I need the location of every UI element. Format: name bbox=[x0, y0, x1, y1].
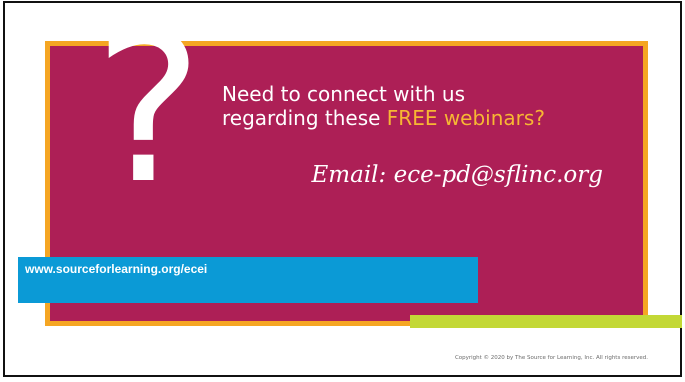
headline-free-highlight: FREE webinars? bbox=[386, 106, 545, 130]
slide: ? Need to connect with us regarding thes… bbox=[3, 1, 682, 377]
accent-bar bbox=[410, 315, 682, 328]
headline: Need to connect with us regarding these … bbox=[222, 82, 622, 130]
headline-line-1: Need to connect with us bbox=[222, 82, 466, 106]
website-link[interactable]: www.sourceforlearning.org/ecei bbox=[25, 262, 207, 276]
question-mark-icon: ? bbox=[94, 0, 203, 229]
email-address: Email: ece-pd@sflinc.org bbox=[311, 162, 603, 188]
copyright-notice: Copyright © 2020 by The Source for Learn… bbox=[454, 355, 648, 361]
headline-line-2-prefix: regarding these bbox=[222, 106, 387, 130]
